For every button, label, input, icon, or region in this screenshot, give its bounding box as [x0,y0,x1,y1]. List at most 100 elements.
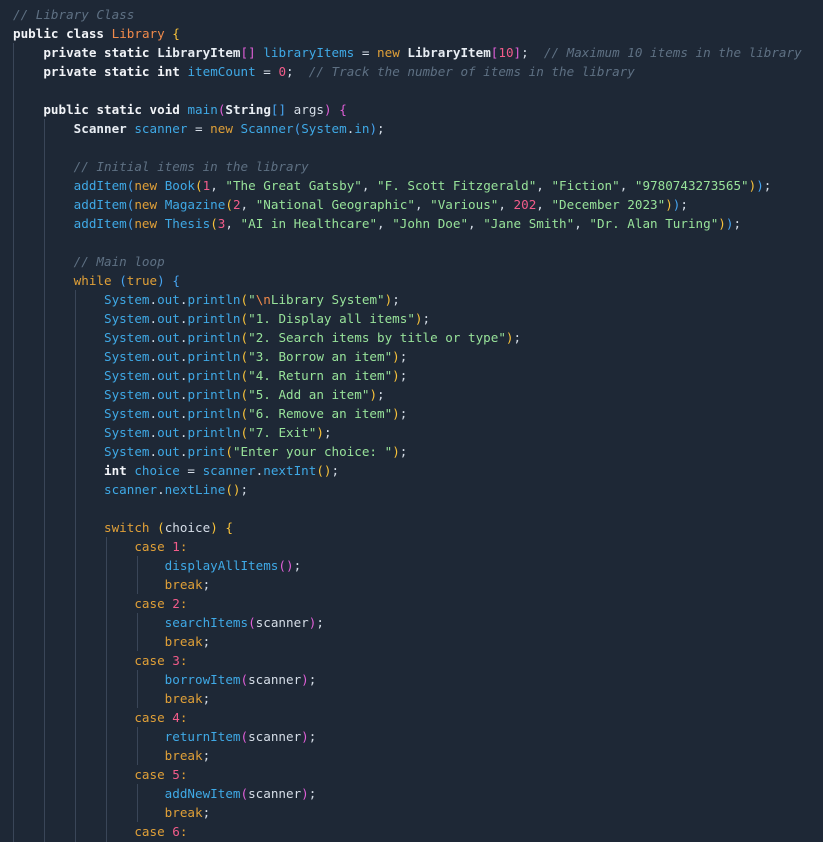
code-token: out [157,349,180,364]
code-token: ; [399,368,408,383]
code-line[interactable] [13,138,802,157]
code-line[interactable] [13,499,802,518]
code-token: Library System" [270,292,385,307]
code-token: break [164,691,203,706]
code-line[interactable]: System.out.println("2. Search items by t… [13,328,802,347]
code-token: ( [119,273,127,288]
code-token: new [377,45,400,60]
code-token: println [187,292,241,307]
code-line[interactable]: Scanner scanner = new Scanner(System.in)… [13,119,802,138]
code-line[interactable]: scanner.nextLine(); [13,480,802,499]
code-line[interactable]: while (true) { [13,271,802,290]
code-line[interactable]: // Main loop [13,252,802,271]
code-line[interactable]: System.out.println("3. Borrow an item"); [13,347,802,366]
code-token: println [187,368,241,383]
code-line[interactable]: System.out.println("1. Display all items… [13,309,802,328]
code-line[interactable]: case 1: [13,537,802,556]
code-line[interactable]: case 2: [13,594,802,613]
code-token: args [286,102,324,117]
code-line[interactable] [13,233,802,252]
code-token: System [104,368,150,383]
code-line[interactable]: switch (choice) { [13,518,802,537]
code-token: switch [104,520,150,535]
code-line[interactable]: public static void main(String[] args) { [13,100,802,119]
code-line[interactable]: displayAllItems(); [13,556,802,575]
code-line[interactable]: private static int itemCount = 0; // Tra… [13,62,802,81]
code-line[interactable]: System.out.println("\nLibrary System"); [13,290,802,309]
code-line[interactable]: // Library Class [13,5,802,24]
code-token: System [104,406,150,421]
code-line[interactable]: case 5: [13,765,802,784]
code-token: "Fiction" [551,178,620,193]
code-line[interactable]: addItem(new Magazine(2, "National Geogra… [13,195,802,214]
code-content[interactable]: // Library Class public class Library { p… [13,5,802,841]
code-line[interactable]: System.out.println("4. Return an item"); [13,366,802,385]
code-line[interactable]: searchItems(scanner); [13,613,802,632]
code-line[interactable]: public class Library { [13,24,802,43]
code-line[interactable]: break; [13,575,802,594]
code-token: scanner [248,672,302,687]
code-token: , [361,178,378,193]
code-token: ; [308,672,317,687]
code-line[interactable]: break; [13,632,802,651]
code-line[interactable]: private static LibraryItem[] libraryItem… [13,43,801,62]
code-line[interactable]: System.out.println("7. Exit"); [13,423,802,442]
code-token: print [187,444,226,459]
code-token: ) [369,387,378,402]
code-token: , [225,216,241,231]
code-token: System [301,121,347,136]
code-token: ) [505,330,514,345]
code-token: addItem [73,216,127,231]
code-token: "The Great Gatsby" [225,178,362,193]
code-line[interactable]: addNewItem(scanner); [13,784,802,803]
code-token: 0 [278,64,287,79]
code-line[interactable] [13,81,802,100]
code-token: String [225,102,271,117]
code-line[interactable]: break; [13,689,802,708]
code-line[interactable]: // Initial items in the library [13,157,802,176]
code-line[interactable]: case 3: [13,651,802,670]
code-token: System [104,349,150,364]
code-token: ; [202,805,211,820]
code-token: LibraryItem [407,45,491,60]
code-line[interactable]: System.out.print("Enter your choice: "); [13,442,802,461]
code-token: case [134,767,165,782]
code-token: "4. Return an item" [248,368,393,383]
code-line[interactable]: System.out.println("5. Add an item"); [13,385,802,404]
code-line[interactable]: case 6: [13,822,802,841]
code-line[interactable]: System.out.println("6. Remove an item"); [13,404,802,423]
code-token: println [187,330,241,345]
code-token: 1 [172,539,180,554]
code-token: 2 [232,197,241,212]
code-token: ) [210,520,218,535]
code-line[interactable]: returnItem(scanner); [13,727,802,746]
code-editor[interactable]: // Library Class public class Library { p… [0,0,823,842]
code-token: Magazine [164,197,226,212]
code-line[interactable]: case 4: [13,708,802,727]
code-line[interactable]: borrowItem(scanner); [13,670,802,689]
code-line[interactable]: addItem(new Book(1, "The Great Gatsby", … [13,176,802,195]
code-token: true [126,273,158,288]
code-line[interactable]: break; [13,746,802,765]
code-token: case [134,596,165,611]
code-token: println [187,387,241,402]
code-token: main [187,102,218,117]
code-token: "2. Search items by title or type" [248,330,506,345]
code-token: "5. Add an item" [248,387,370,402]
code-token: static [104,45,150,60]
code-token: ) [756,178,764,193]
code-token: System [104,330,150,345]
code-line[interactable]: int choice = scanner.nextInt(); [13,461,802,480]
code-line[interactable]: break; [13,803,802,822]
code-token: ( [240,425,249,440]
code-line[interactable]: addItem(new Thesis(3, "AI in Healthcare"… [13,214,802,233]
